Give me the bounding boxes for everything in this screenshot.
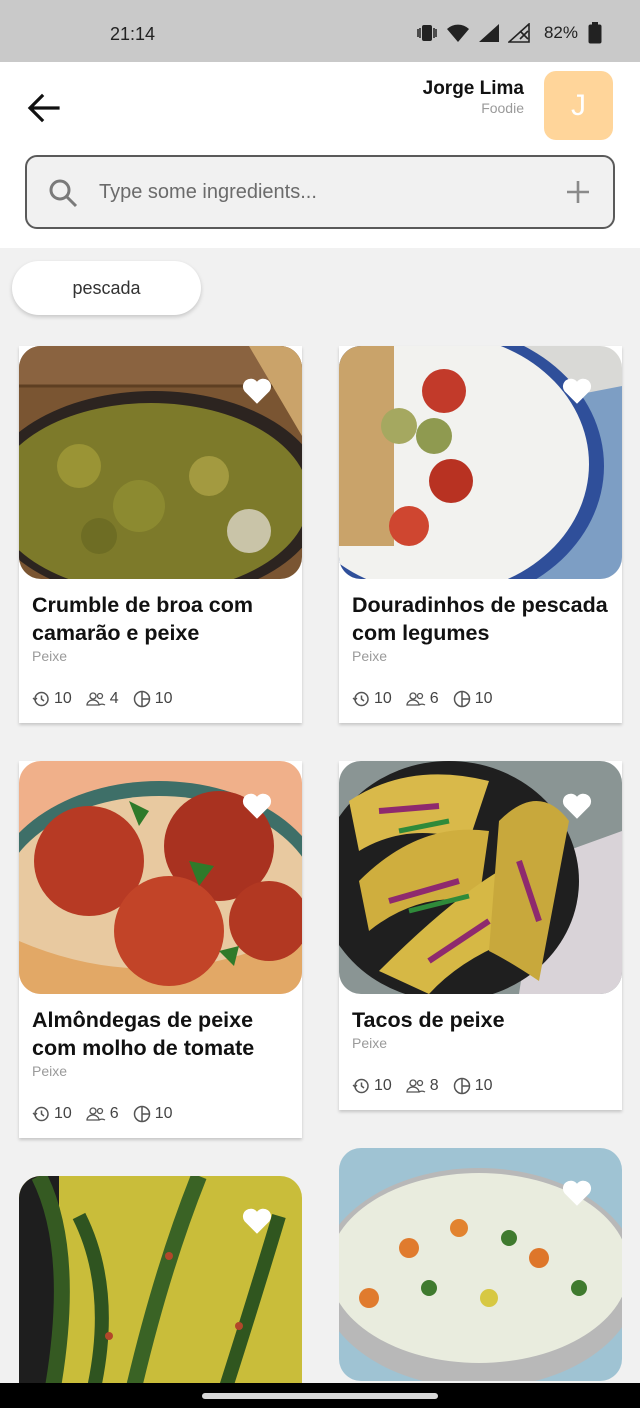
recipe-category: Peixe — [32, 648, 68, 664]
search-icon[interactable] — [47, 177, 79, 209]
vibrate-icon — [417, 25, 437, 41]
heart-icon[interactable] — [240, 374, 274, 408]
pie-icon — [453, 690, 470, 708]
search-box — [25, 155, 615, 229]
system-nav-bar — [0, 1383, 640, 1408]
recipe-meta: 10 8 10 — [352, 1077, 507, 1095]
servings-value: 6 — [109, 1105, 119, 1122]
user-role: Foodie — [481, 100, 524, 116]
recipe-card[interactable]: Tacos de peixe Peixe 10 8 10 — [339, 761, 622, 1110]
recipe-card[interactable]: Crumble de broa com camarão e peixe Peix… — [19, 346, 302, 723]
recipe-title: Almôndegas de peixe com molho de tomate — [32, 1008, 255, 1060]
time-value: 10 — [54, 1105, 72, 1122]
history-icon — [352, 1078, 369, 1094]
battery-icon — [588, 22, 602, 44]
battery-percentage: 82% — [543, 23, 578, 42]
people-icon — [406, 1079, 426, 1093]
time-stat: 10 — [32, 1105, 72, 1123]
difficulty-stat: 10 — [453, 690, 493, 708]
recipe-card[interactable] — [339, 1148, 622, 1383]
time-value: 10 — [54, 690, 72, 707]
heart-icon[interactable] — [560, 789, 594, 823]
difficulty-value: 10 — [154, 690, 173, 707]
recipe-meta: 10 6 10 — [352, 690, 507, 708]
servings-stat: 6 — [86, 1105, 119, 1123]
signal-icon — [478, 24, 499, 42]
arrow-left-icon — [27, 93, 60, 123]
time-value: 10 — [374, 690, 392, 707]
history-icon — [32, 1106, 49, 1122]
recipe-card[interactable]: Almôndegas de peixe com molho de tomate … — [19, 761, 302, 1138]
recipe-category: Peixe — [32, 1063, 68, 1079]
recipe-category: Peixe — [352, 648, 388, 664]
history-icon — [32, 691, 49, 707]
time-stat: 10 — [32, 690, 72, 708]
home-gesture-handle[interactable] — [202, 1393, 438, 1399]
servings-value: 8 — [429, 1077, 439, 1094]
time-value: 10 — [374, 1077, 392, 1094]
avatar[interactable]: J — [544, 71, 613, 140]
search-input[interactable] — [99, 175, 539, 209]
people-icon — [406, 692, 426, 706]
header: Jorge Lima Foodie J — [0, 62, 640, 248]
recipe-card[interactable] — [19, 1176, 302, 1383]
no-signal-icon — [507, 23, 530, 43]
history-icon — [352, 691, 369, 707]
servings-stat: 4 — [86, 690, 119, 708]
servings-value: 6 — [429, 690, 439, 707]
pie-icon — [133, 1105, 150, 1123]
people-icon — [86, 692, 106, 706]
difficulty-value: 10 — [474, 1077, 493, 1094]
add-icon[interactable] — [565, 179, 591, 205]
difficulty-value: 10 — [154, 1105, 173, 1122]
recipe-meta: 10 4 10 — [32, 690, 187, 708]
recipe-title: Crumble de broa com camarão e peixe — [32, 593, 254, 645]
difficulty-stat: 10 — [133, 1105, 173, 1123]
heart-icon[interactable] — [240, 789, 274, 823]
servings-value: 4 — [109, 690, 119, 707]
wifi-icon — [446, 24, 469, 42]
pie-icon — [453, 1077, 470, 1095]
filter-chip[interactable]: pescada — [12, 261, 201, 315]
recipe-title: Douradinhos de pescada com legumes — [352, 593, 608, 645]
recipe-title: Tacos de peixe — [352, 1008, 505, 1032]
recipe-card[interactable]: Douradinhos de pescada com legumes Peixe… — [339, 346, 622, 723]
time-stat: 10 — [352, 1077, 392, 1095]
status-time: 21:14 — [110, 24, 156, 44]
heart-icon[interactable] — [560, 374, 594, 408]
status-icons: 82% — [416, 22, 602, 44]
difficulty-value: 10 — [474, 690, 493, 707]
time-stat: 10 — [352, 690, 392, 708]
recipe-meta: 10 6 10 — [32, 1105, 187, 1123]
user-name: Jorge Lima — [422, 78, 524, 99]
pie-icon — [133, 690, 150, 708]
heart-icon[interactable] — [560, 1176, 594, 1210]
servings-stat: 8 — [406, 1077, 439, 1095]
heart-icon[interactable] — [240, 1204, 274, 1238]
servings-stat: 6 — [406, 690, 439, 708]
recipe-category: Peixe — [352, 1035, 388, 1051]
back-button[interactable] — [24, 88, 64, 128]
difficulty-stat: 10 — [133, 690, 173, 708]
people-icon — [86, 1107, 106, 1121]
difficulty-stat: 10 — [453, 1077, 493, 1095]
status-bar: 21:14 82% — [0, 0, 640, 62]
